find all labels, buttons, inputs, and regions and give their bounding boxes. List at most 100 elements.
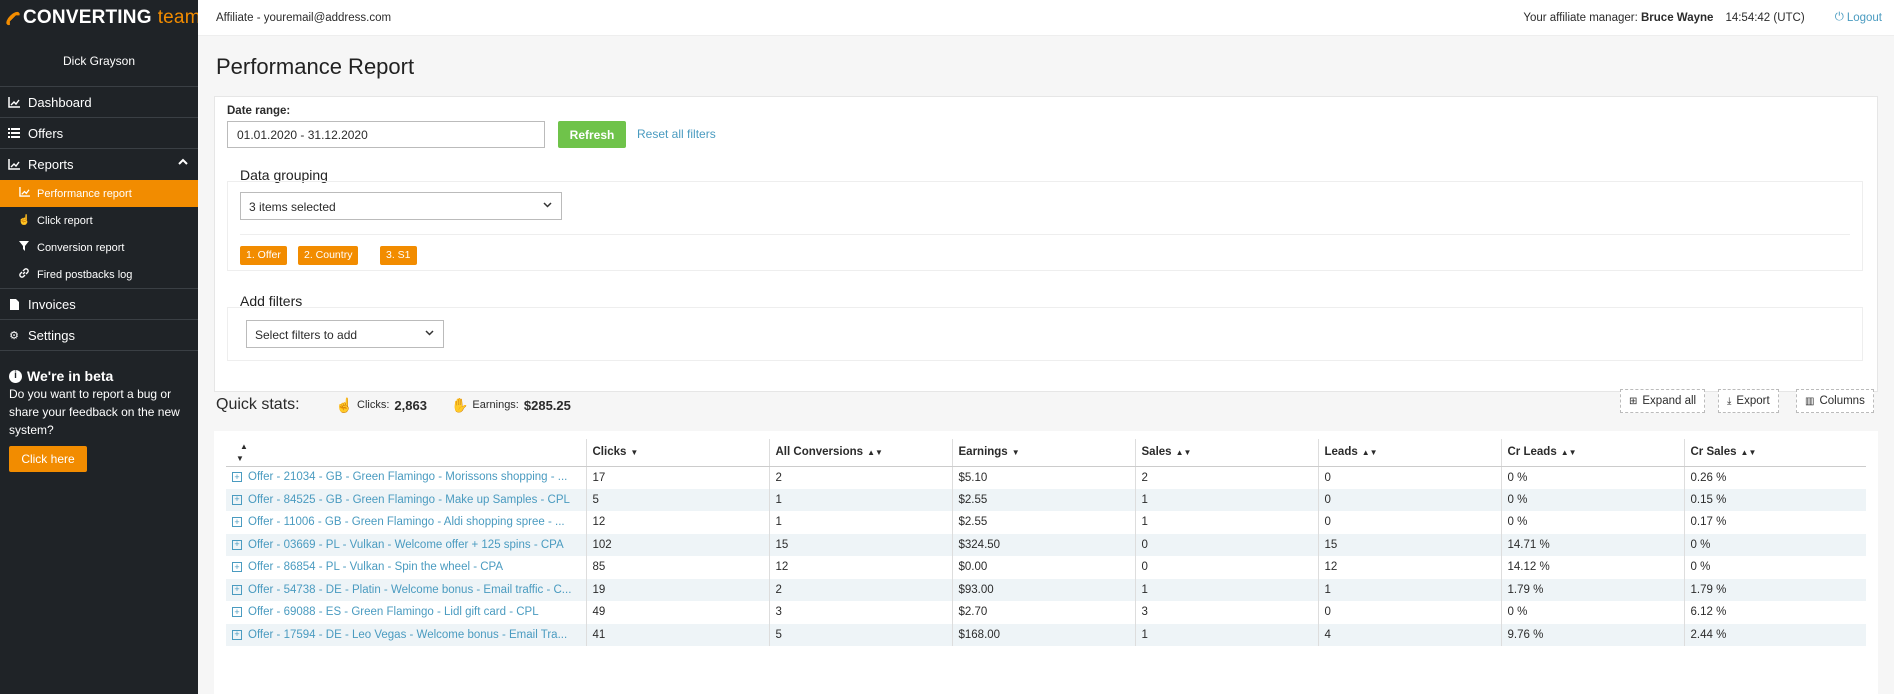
offer-cell[interactable]: + Offer - 54738 - DE - Platin - Welcome b… bbox=[226, 578, 586, 601]
column-header-label: Earnings bbox=[958, 446, 1008, 459]
sort-desc-icon: ▼ bbox=[1011, 448, 1020, 458]
expand-row-icon[interactable]: + bbox=[232, 494, 242, 505]
column-header-name[interactable]: ▲ ▼ bbox=[226, 439, 586, 467]
table-cell: 1 bbox=[1317, 578, 1501, 601]
beta-notice: i We're in beta Do you want to report a … bbox=[0, 351, 198, 472]
offer-link[interactable]: Offer - 11006 - GB - Green Flamingo - Al… bbox=[248, 516, 565, 528]
offer-link[interactable]: Offer - 21034 - GB - Green Flamingo - Mo… bbox=[248, 471, 567, 483]
column-header-leads[interactable]: Leads ▲▼ bbox=[1317, 439, 1501, 467]
offer-link[interactable]: Offer - 84525 - GB - Green Flamingo - Ma… bbox=[248, 494, 570, 506]
sidebar-item-offers[interactable]: Offers bbox=[0, 118, 198, 149]
offer-cell[interactable]: + Offer - 69088 - ES - Green Flamingo - L… bbox=[226, 601, 586, 624]
refresh-button[interactable]: Refresh bbox=[558, 121, 626, 148]
add-filters-select[interactable]: Select filters to add bbox=[246, 320, 444, 348]
chart-icon bbox=[18, 187, 30, 200]
table-row[interactable]: + Offer - 11006 - GB - Green Flamingo - A… bbox=[226, 511, 1866, 534]
table-cell: 1.79 % bbox=[1683, 578, 1866, 601]
table-row[interactable]: + Offer - 21034 - GB - Green Flamingo - M… bbox=[226, 466, 1866, 489]
brand-suffix: team bbox=[157, 7, 201, 28]
grouping-tag-country[interactable]: 2. Country bbox=[298, 246, 359, 265]
table-row[interactable]: + Offer - 84525 - GB - Green Flamingo - M… bbox=[226, 488, 1866, 511]
table-cell: $168.00 bbox=[951, 623, 1135, 646]
expand-row-icon[interactable]: + bbox=[232, 517, 242, 528]
table-cell: 2.44 % bbox=[1683, 623, 1866, 646]
column-header-label: Cr Sales bbox=[1690, 446, 1737, 459]
offer-cell[interactable]: + Offer - 86854 - PL - Vulkan - Spin the … bbox=[226, 556, 586, 579]
sidebar-subitem-fired-postbacks-log[interactable]: Fired postbacks log bbox=[0, 261, 198, 288]
table-cell: 0 bbox=[1134, 533, 1318, 556]
expand-all-button[interactable]: ⊞ Expand all bbox=[1620, 389, 1706, 413]
table-cell: 2 bbox=[768, 578, 952, 601]
sidebar-subitem-conversion-report[interactable]: Conversion report bbox=[0, 234, 198, 261]
sidebar-item-reports[interactable]: Reports bbox=[0, 149, 198, 180]
sidebar-subitem-performance-report[interactable]: Performance report bbox=[0, 180, 198, 207]
column-header-cr-sales[interactable]: Cr Sales ▲▼ bbox=[1683, 439, 1866, 467]
table-cell: 0 % bbox=[1500, 601, 1684, 624]
table-cell: 0 % bbox=[1683, 556, 1866, 579]
table-row[interactable]: + Offer - 69088 - ES - Green Flamingo - L… bbox=[226, 601, 1866, 624]
offer-cell[interactable]: + Offer - 11006 - GB - Green Flamingo - A… bbox=[226, 511, 586, 534]
expand-row-icon[interactable]: + bbox=[232, 607, 242, 618]
reset-filters-link[interactable]: Reset all filters bbox=[637, 127, 716, 141]
brand-logo[interactable]: CONVERTING team bbox=[0, 0, 201, 36]
beta-feedback-button[interactable]: Click here bbox=[9, 446, 87, 472]
earnings-value: $285.25 bbox=[523, 397, 571, 413]
top-bar: Affiliate - youremail@address.com Your a… bbox=[198, 0, 1894, 36]
table-cell: 3 bbox=[1134, 601, 1318, 624]
expand-row-icon[interactable]: + bbox=[232, 584, 242, 595]
table-row[interactable]: + Offer - 86854 - PL - Vulkan - Spin the … bbox=[226, 556, 1866, 579]
column-header-all-conversions[interactable]: All Conversions ▲▼ bbox=[768, 439, 952, 467]
offer-link[interactable]: Offer - 03669 - PL - Vulkan - Welcome of… bbox=[248, 539, 564, 551]
table-row[interactable]: + Offer - 03669 - PL - Vulkan - Welcome o… bbox=[226, 533, 1866, 556]
columns-button[interactable]: ▥ Columns bbox=[1796, 389, 1874, 413]
table-body: + Offer - 21034 - GB - Green Flamingo - M… bbox=[226, 466, 1866, 646]
table-row[interactable]: + Offer - 17594 - DE - Leo Vegas - Welcom… bbox=[226, 623, 1866, 646]
export-button[interactable]: ⤓ Export bbox=[1718, 389, 1779, 413]
manager-label: Your affiliate manager: bbox=[1523, 11, 1638, 24]
expand-row-icon[interactable]: + bbox=[232, 539, 242, 550]
sidebar-item-dashboard[interactable]: Dashboard bbox=[0, 87, 198, 118]
table-cell: 12 bbox=[585, 511, 769, 534]
offer-link[interactable]: Offer - 86854 - PL - Vulkan - Spin the w… bbox=[248, 561, 503, 573]
table-cell: 9.76 % bbox=[1500, 623, 1684, 646]
main-content: Performance Report Date range: 01.01.202… bbox=[198, 36, 1894, 694]
column-header-label: All Conversions bbox=[775, 446, 864, 459]
offer-link[interactable]: Offer - 17594 - DE - Leo Vegas - Welcome… bbox=[248, 629, 567, 641]
expand-all-label: Expand all bbox=[1642, 395, 1697, 407]
offer-cell[interactable]: + Offer - 03669 - PL - Vulkan - Welcome o… bbox=[226, 533, 586, 556]
data-grouping-select[interactable]: 3 items selected bbox=[240, 192, 562, 220]
grouping-tag-s1[interactable]: 3. S1 bbox=[380, 246, 417, 265]
offer-cell[interactable]: + Offer - 17594 - DE - Leo Vegas - Welcom… bbox=[226, 623, 586, 646]
expand-row-icon[interactable]: + bbox=[232, 472, 242, 483]
table-cell: 1 bbox=[768, 488, 952, 511]
pointer-icon: ☝ bbox=[18, 215, 31, 226]
table-cell: 0.17 % bbox=[1683, 511, 1866, 534]
column-header-cr-leads[interactable]: Cr Leads ▲▼ bbox=[1500, 439, 1684, 467]
offer-link[interactable]: Offer - 69088 - ES - Green Flamingo - Li… bbox=[248, 606, 539, 618]
column-header-clicks[interactable]: Clicks ▼ bbox=[585, 439, 769, 467]
table-cell: 0 % bbox=[1500, 466, 1684, 489]
sort-icon: ▲▼ bbox=[1740, 448, 1757, 458]
offer-cell[interactable]: + Offer - 84525 - GB - Green Flamingo - M… bbox=[226, 488, 586, 511]
table-cell: 102 bbox=[585, 533, 769, 556]
manager-name: Bruce Wayne bbox=[1641, 11, 1714, 24]
column-header-earnings[interactable]: Earnings ▼ bbox=[951, 439, 1135, 467]
offer-cell[interactable]: + Offer - 21034 - GB - Green Flamingo - M… bbox=[226, 466, 586, 489]
expand-row-icon[interactable]: + bbox=[232, 629, 242, 640]
sidebar-subitem-label: Performance report bbox=[37, 187, 132, 200]
server-time: 14:54:42 (UTC) bbox=[1725, 11, 1805, 24]
column-header-sales[interactable]: Sales ▲▼ bbox=[1134, 439, 1318, 467]
sidebar-subitem-label: Conversion report bbox=[37, 241, 125, 254]
grouping-tag-offer[interactable]: 1. Offer bbox=[240, 246, 287, 265]
expand-row-icon[interactable]: + bbox=[232, 562, 242, 573]
sidebar-item-label: Reports bbox=[28, 157, 74, 172]
table-row[interactable]: + Offer - 54738 - DE - Platin - Welcome b… bbox=[226, 578, 1866, 601]
sidebar-item-settings[interactable]: ⚙ Settings bbox=[0, 320, 198, 351]
sidebar-item-invoices[interactable]: Invoices bbox=[0, 289, 198, 320]
date-range-input[interactable]: 01.01.2020 - 31.12.2020 bbox=[227, 121, 545, 148]
logout-button[interactable]: ⏻ Logout bbox=[1835, 11, 1882, 24]
offer-link[interactable]: Offer - 54738 - DE - Platin - Welcome bo… bbox=[248, 584, 571, 596]
sidebar-subitem-click-report[interactable]: ☝ Click report bbox=[0, 207, 198, 234]
table-cell: 85 bbox=[585, 556, 769, 579]
sidebar-item-label: Dashboard bbox=[28, 94, 92, 110]
